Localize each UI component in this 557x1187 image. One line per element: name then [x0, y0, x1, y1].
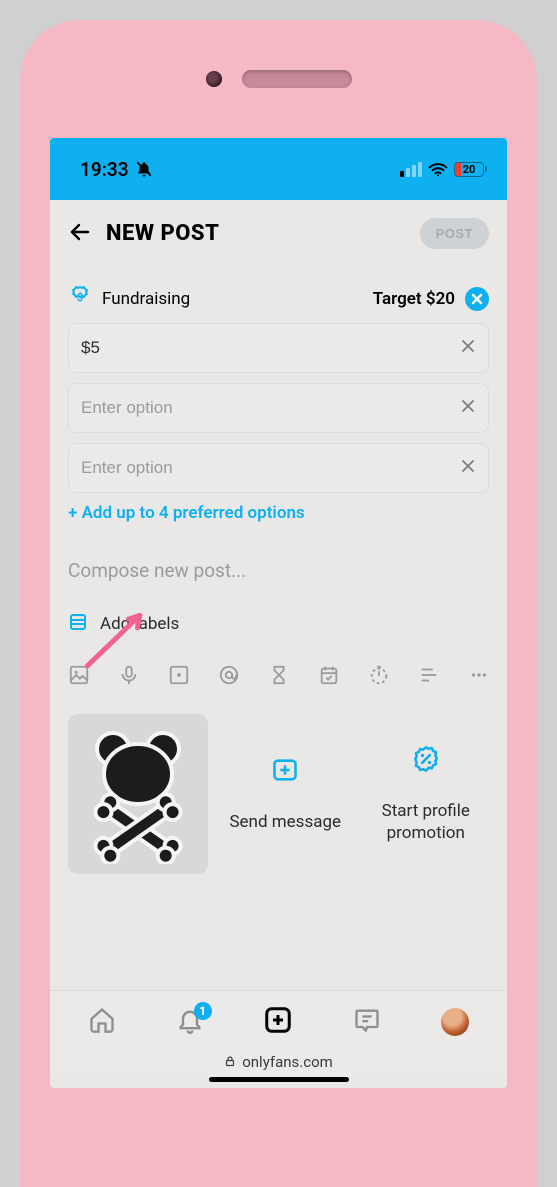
notifications-muted-icon [135, 160, 153, 178]
speaker-grille [242, 70, 352, 88]
promotion-label: Start profile promotion [369, 800, 484, 844]
timer-icon[interactable] [368, 664, 390, 686]
nav-profile-avatar[interactable] [441, 1008, 469, 1036]
page-title: NEW POST [106, 221, 219, 246]
status-bar: 19:33 20 [50, 138, 507, 200]
option-input-1[interactable] [68, 323, 489, 373]
add-labels-row[interactable]: Add labels [68, 612, 489, 636]
content-area: $ Fundraising Target $20 [50, 263, 507, 990]
battery-percentage: 20 [455, 163, 483, 176]
fundraising-label: Fundraising [102, 289, 190, 309]
microphone-icon[interactable] [118, 664, 140, 686]
more-icon[interactable] [468, 664, 490, 686]
nav-home-icon[interactable] [88, 1006, 116, 1038]
poll-icon[interactable] [418, 664, 440, 686]
status-right: 20 [400, 161, 487, 177]
hourglass-icon[interactable] [268, 664, 290, 686]
browser-url-bar[interactable]: onlyfans.com [50, 1043, 507, 1077]
image-icon[interactable] [68, 664, 90, 686]
fundraising-dollar-icon: $ [68, 285, 92, 313]
promotion-icon [412, 744, 440, 774]
send-message-label: Send message [229, 811, 341, 833]
start-promotion-card[interactable]: Start profile promotion [363, 714, 490, 874]
remove-fundraising-button[interactable] [465, 287, 489, 311]
battery-indicator: 20 [454, 162, 487, 177]
front-camera [206, 71, 222, 87]
fundraising-target: Target $20 [373, 289, 455, 309]
attachment-and-actions-row: Send message Start profile promotion [68, 714, 489, 874]
option-field-2[interactable] [81, 398, 460, 418]
fundraising-header: $ Fundraising Target $20 [68, 285, 489, 313]
option-field-1[interactable] [81, 338, 460, 358]
cellular-signal-icon [400, 162, 422, 177]
add-labels-text: Add labels [100, 614, 179, 634]
wifi-icon [428, 161, 448, 177]
phone-top-hardware [50, 70, 507, 88]
post-button[interactable]: POST [420, 218, 489, 249]
phone-frame: 19:33 20 [20, 20, 537, 1187]
clear-option-1-icon[interactable] [460, 338, 476, 358]
add-option-link[interactable]: + Add up to 4 preferred options [68, 503, 489, 523]
status-time: 19:33 [80, 158, 129, 181]
compose-toolbar [68, 664, 489, 686]
nav-notifications-icon[interactable]: 1 [176, 1006, 204, 1038]
option-field-3[interactable] [81, 458, 460, 478]
bottom-nav: 1 [50, 990, 507, 1043]
page-header: NEW POST POST [50, 200, 507, 263]
labels-icon [68, 612, 88, 636]
schedule-icon[interactable] [318, 664, 340, 686]
lock-icon [224, 1053, 236, 1071]
option-input-3[interactable] [68, 443, 489, 493]
status-left: 19:33 [80, 158, 153, 181]
nav-new-post-icon[interactable] [263, 1005, 293, 1039]
clear-option-3-icon[interactable] [460, 458, 476, 478]
screen: 19:33 20 [50, 138, 507, 1088]
media-thumbnail[interactable] [68, 714, 208, 874]
mention-icon[interactable] [218, 664, 240, 686]
compose-textarea[interactable]: Compose new post... [68, 559, 489, 582]
url-domain: onlyfans.com [242, 1053, 333, 1071]
svg-text:$: $ [77, 291, 83, 304]
send-message-card[interactable]: Send message [222, 714, 349, 874]
back-arrow-icon[interactable] [68, 220, 92, 248]
option-input-2[interactable] [68, 383, 489, 433]
bear-crossbones-icon [78, 724, 198, 864]
notifications-badge-count: 1 [194, 1002, 212, 1020]
send-message-icon [271, 755, 299, 785]
home-indicator[interactable] [209, 1077, 349, 1082]
clear-option-2-icon[interactable] [460, 398, 476, 418]
gif-icon[interactable] [168, 664, 190, 686]
nav-messages-icon[interactable] [353, 1006, 381, 1038]
